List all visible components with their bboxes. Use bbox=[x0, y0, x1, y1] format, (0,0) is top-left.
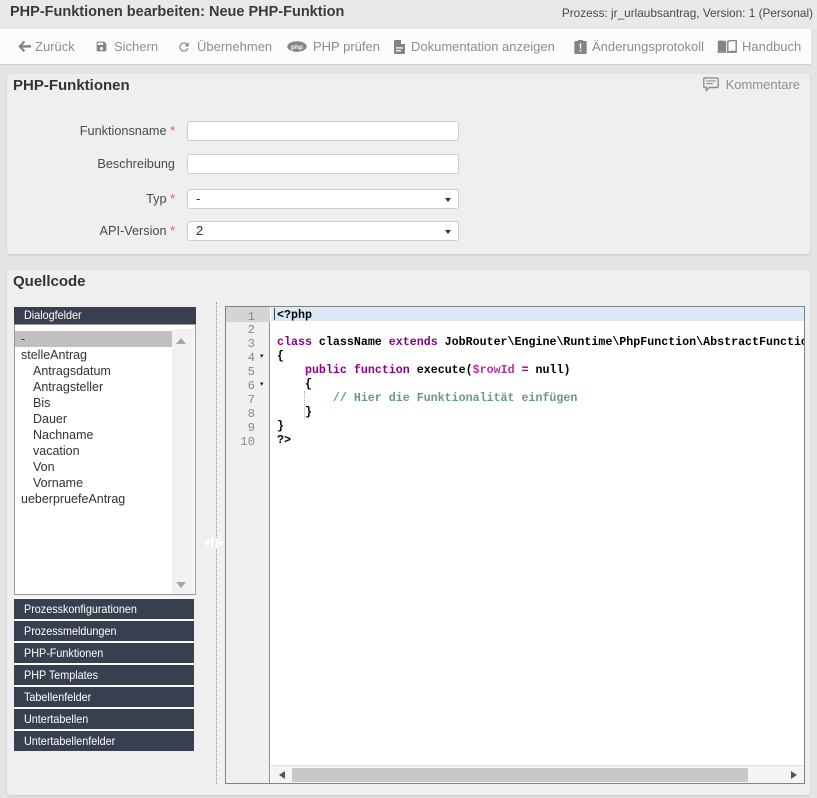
svg-text:php: php bbox=[291, 44, 303, 51]
